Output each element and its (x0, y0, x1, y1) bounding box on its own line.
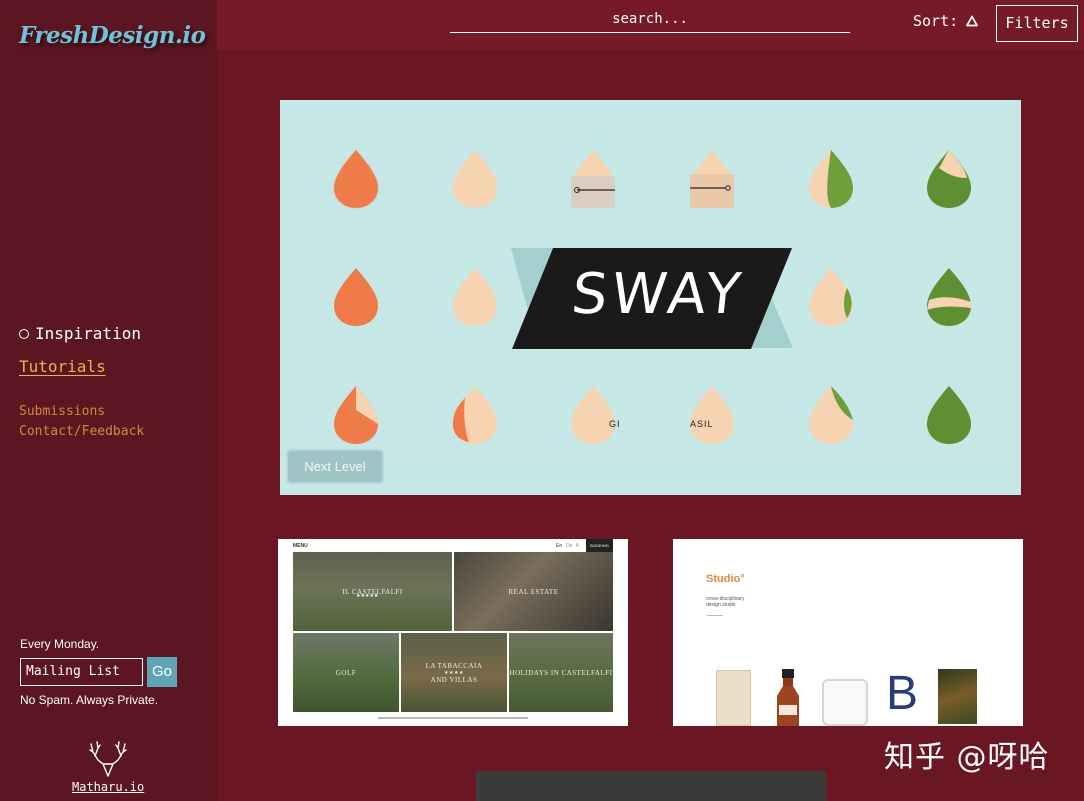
nav-item-contact[interactable]: Contact/Feedback (19, 424, 144, 439)
active-dot-icon (19, 328, 29, 339)
matharu-link[interactable]: Matharu.io (72, 780, 144, 794)
thumb-a-tile-5: HOLIDAYS IN CASTELFALFI (509, 633, 613, 712)
mailing-list-input[interactable]: Mailing List (20, 658, 143, 686)
thumb-a-stars: ★★★★★ (356, 593, 379, 599)
thumb-a-tile-4: LA TABACCAIA ★★★★ AND VILLAS (401, 633, 507, 712)
sort-control[interactable]: Sort: (913, 12, 979, 30)
thumb-a-lang-en: En (556, 543, 563, 549)
mailing-privacy-note: No Spam. Always Private. (20, 693, 159, 707)
triangle-up-icon[interactable] (966, 15, 979, 27)
featured-card-partial[interactable] (476, 771, 826, 801)
mailing-note: Every Monday. (20, 637, 100, 651)
sort-label: Sort: (913, 12, 959, 30)
thumb-b-menu-card (716, 670, 751, 726)
thumb-b-bottle-icon (777, 669, 799, 726)
site-logo[interactable]: FreshDesign.io (19, 22, 206, 49)
thumb-a-tile-3: GOLF (293, 633, 399, 712)
next-level-button[interactable]: Next Level (286, 449, 384, 484)
antler-logo-icon (89, 741, 127, 777)
nav-item-inspiration-label: Inspiration (35, 324, 141, 343)
drop-label-gi: GI (609, 419, 621, 429)
nav-item-inspiration[interactable]: Inspiration (19, 324, 141, 343)
thumb-a-lang-de: De (566, 543, 573, 549)
thumb-a-tile-2: REAL ESTATE (454, 552, 613, 631)
nav-item-submissions[interactable]: Submissions (19, 404, 105, 419)
thumb-a-footer-line (378, 717, 528, 719)
thumb-b-brand: Studio° (706, 573, 745, 585)
featured-card-studio[interactable]: Studio° cross-disciplinary design studio… (673, 539, 1023, 726)
thumb-a-tile-1: IL CASTELFALFI (293, 552, 452, 631)
thumb-b-phone (822, 679, 868, 726)
thumb-b-divider (707, 615, 723, 616)
thumb-b-book (938, 669, 977, 724)
watermark-text: 知乎 @呀哈 (884, 740, 1050, 775)
thumb-b-tagline-2: design studio (706, 602, 736, 608)
featured-card-sway[interactable]: SWAY GI ASIL Next Level (280, 100, 1021, 495)
search-input[interactable]: search... (450, 8, 850, 33)
featured-card-castelfalfi[interactable]: MENU En De It BOOKING IL CASTELFALFI ★★★… (278, 539, 628, 726)
thumb-b-letter: B (886, 667, 919, 720)
filters-button[interactable]: Filters (996, 5, 1078, 42)
sidebar: FreshDesign.io Inspiration Tutorials Sub… (0, 0, 217, 801)
sway-title: SWAY (568, 262, 748, 327)
thumb-a-booking: BOOKING (586, 539, 613, 552)
mailing-go-button[interactable]: Go (147, 657, 177, 687)
nav-item-tutorials[interactable]: Tutorials (19, 357, 106, 376)
thumb-a-menu: MENU (293, 543, 308, 549)
drop-label-asil: ASIL (690, 419, 714, 429)
thumb-a-lang-it: It (576, 543, 579, 549)
